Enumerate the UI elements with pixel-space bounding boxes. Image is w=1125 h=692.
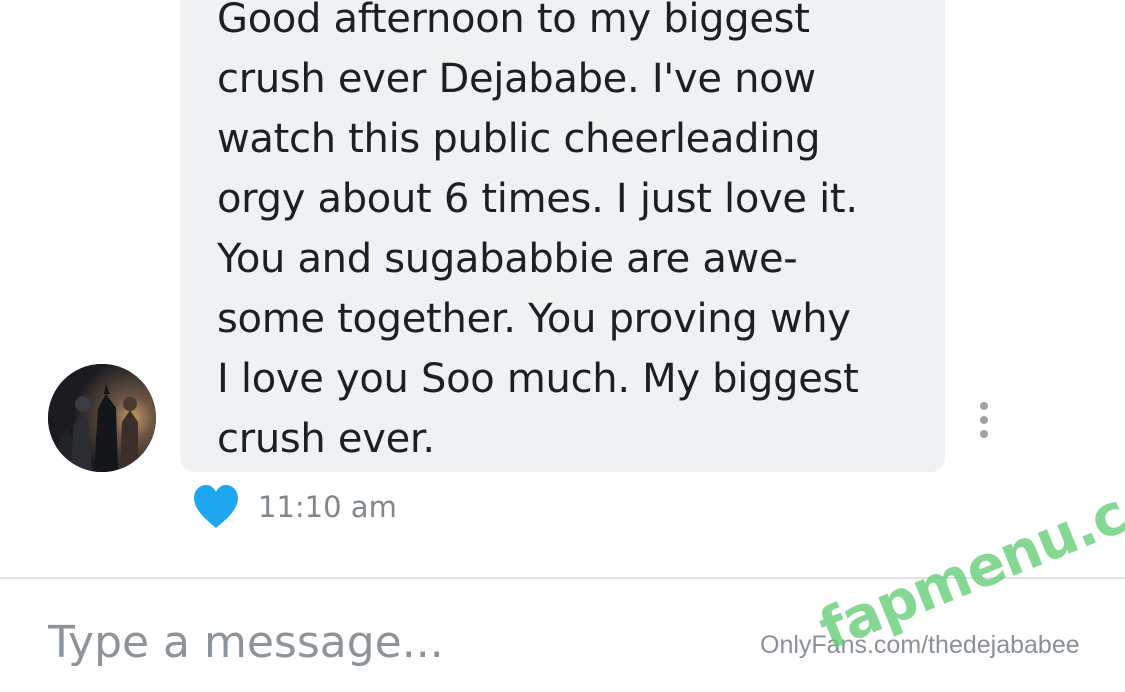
message-options-button[interactable] [970,400,998,440]
vertical-ellipsis-icon [980,402,988,410]
vertical-ellipsis-icon-dot [980,430,988,438]
vertical-ellipsis-icon-dot [980,416,988,424]
message-input[interactable] [48,609,748,675]
heart-icon[interactable] [192,484,240,530]
message-text: Good afternoon to my biggest crush ever … [217,0,859,462]
message-composer: OnlyFans.com/thedejababee [0,579,1125,692]
message-row: Good afternoon to my biggest crush ever … [0,0,1125,575]
credit-watermark: OnlyFans.com/thedejababee [760,631,1080,659]
avatar-image [48,364,156,472]
chat-screen: Good afternoon to my biggest crush ever … [0,0,1125,692]
message-meta: 11:10 am [192,482,397,532]
message-timestamp: 11:10 am [258,490,397,524]
avatar[interactable] [48,364,156,472]
message-bubble[interactable]: Good afternoon to my biggest crush ever … [180,0,945,472]
